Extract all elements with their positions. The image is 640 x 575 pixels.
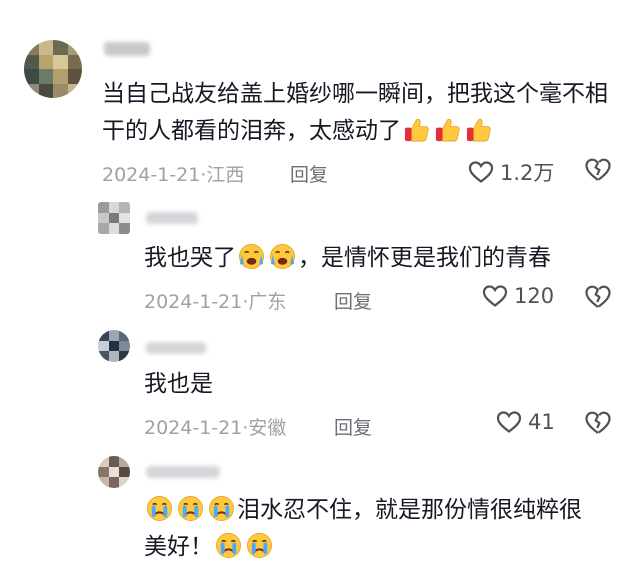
comment-location: 安徽	[248, 417, 287, 439]
username-blur	[104, 42, 150, 56]
crying-face-icon	[146, 495, 173, 522]
comment-body: 我也哭了	[144, 245, 236, 271]
broken-heart-icon	[585, 411, 611, 434]
loudly-crying-icon	[269, 243, 296, 270]
comment-location: 广东	[248, 291, 287, 313]
thumbs-up-icon	[403, 116, 430, 143]
comment-location: 江西	[206, 164, 245, 186]
comment-date: 2024-1-21	[144, 291, 243, 313]
like-button[interactable]: 41	[496, 410, 555, 434]
comment-meta: 2024-1-21·广东	[144, 291, 287, 313]
comment-meta: 2024-1-21·江西	[102, 164, 245, 186]
heart-icon	[468, 160, 494, 184]
reply-button[interactable]: 回复	[334, 287, 372, 314]
comment-body: 当自己战友给盖上婚纱哪一瞬间，把我这个毫不相干的人都看的泪奔，太感动了	[102, 81, 608, 144]
like-count: 1.2万	[500, 161, 555, 185]
avatar[interactable]	[98, 456, 130, 488]
username-blur	[146, 342, 206, 354]
broken-heart-icon	[585, 158, 611, 181]
crying-face-icon	[208, 495, 235, 522]
broken-heart-icon	[585, 285, 611, 308]
like-count: 41	[528, 410, 555, 434]
loudly-crying-icon	[238, 243, 265, 270]
comment-body: 我也是	[144, 371, 213, 397]
comment-body: 泪水忍不住，就是那份情很纯粹很	[237, 497, 582, 523]
comment-text: 当自己战友给盖上婚纱哪一瞬间，把我这个毫不相干的人都看的泪奔，太感动了	[102, 76, 612, 150]
crying-face-icon	[246, 532, 273, 559]
crying-face-icon	[177, 495, 204, 522]
like-button[interactable]: 1.2万	[468, 157, 554, 187]
comment-body-continued: 美好！	[144, 534, 213, 560]
username-blur	[146, 466, 220, 478]
comment-text: 我也哭了 ，是情怀更是我们的青春	[144, 240, 614, 277]
like-count: 120	[514, 284, 555, 308]
comment-date: 2024-1-21	[102, 164, 201, 186]
dislike-button[interactable]	[584, 410, 612, 440]
crying-face-icon	[215, 532, 242, 559]
avatar[interactable]	[24, 40, 82, 98]
avatar[interactable]	[98, 202, 130, 234]
reply-button[interactable]: 回复	[334, 413, 372, 440]
comment-meta: 2024-1-21·安徽	[144, 417, 287, 439]
comment-text: 我也是	[144, 366, 614, 403]
avatar[interactable]	[98, 330, 130, 362]
dislike-button[interactable]	[584, 284, 612, 314]
username-blur	[146, 212, 198, 224]
comment-text: 泪水忍不住，就是那份情很纯粹很 美好！	[144, 492, 624, 566]
heart-icon	[496, 410, 522, 434]
thumbs-up-icon	[434, 116, 461, 143]
like-button[interactable]: 120	[482, 284, 554, 308]
dislike-button[interactable]	[584, 157, 612, 187]
comment-date: 2024-1-21	[144, 417, 243, 439]
reply-button[interactable]: 回复	[290, 160, 328, 187]
thumbs-up-icon	[465, 116, 492, 143]
heart-icon	[482, 284, 508, 308]
comment-body-continued: ，是情怀更是我们的青春	[298, 245, 551, 271]
